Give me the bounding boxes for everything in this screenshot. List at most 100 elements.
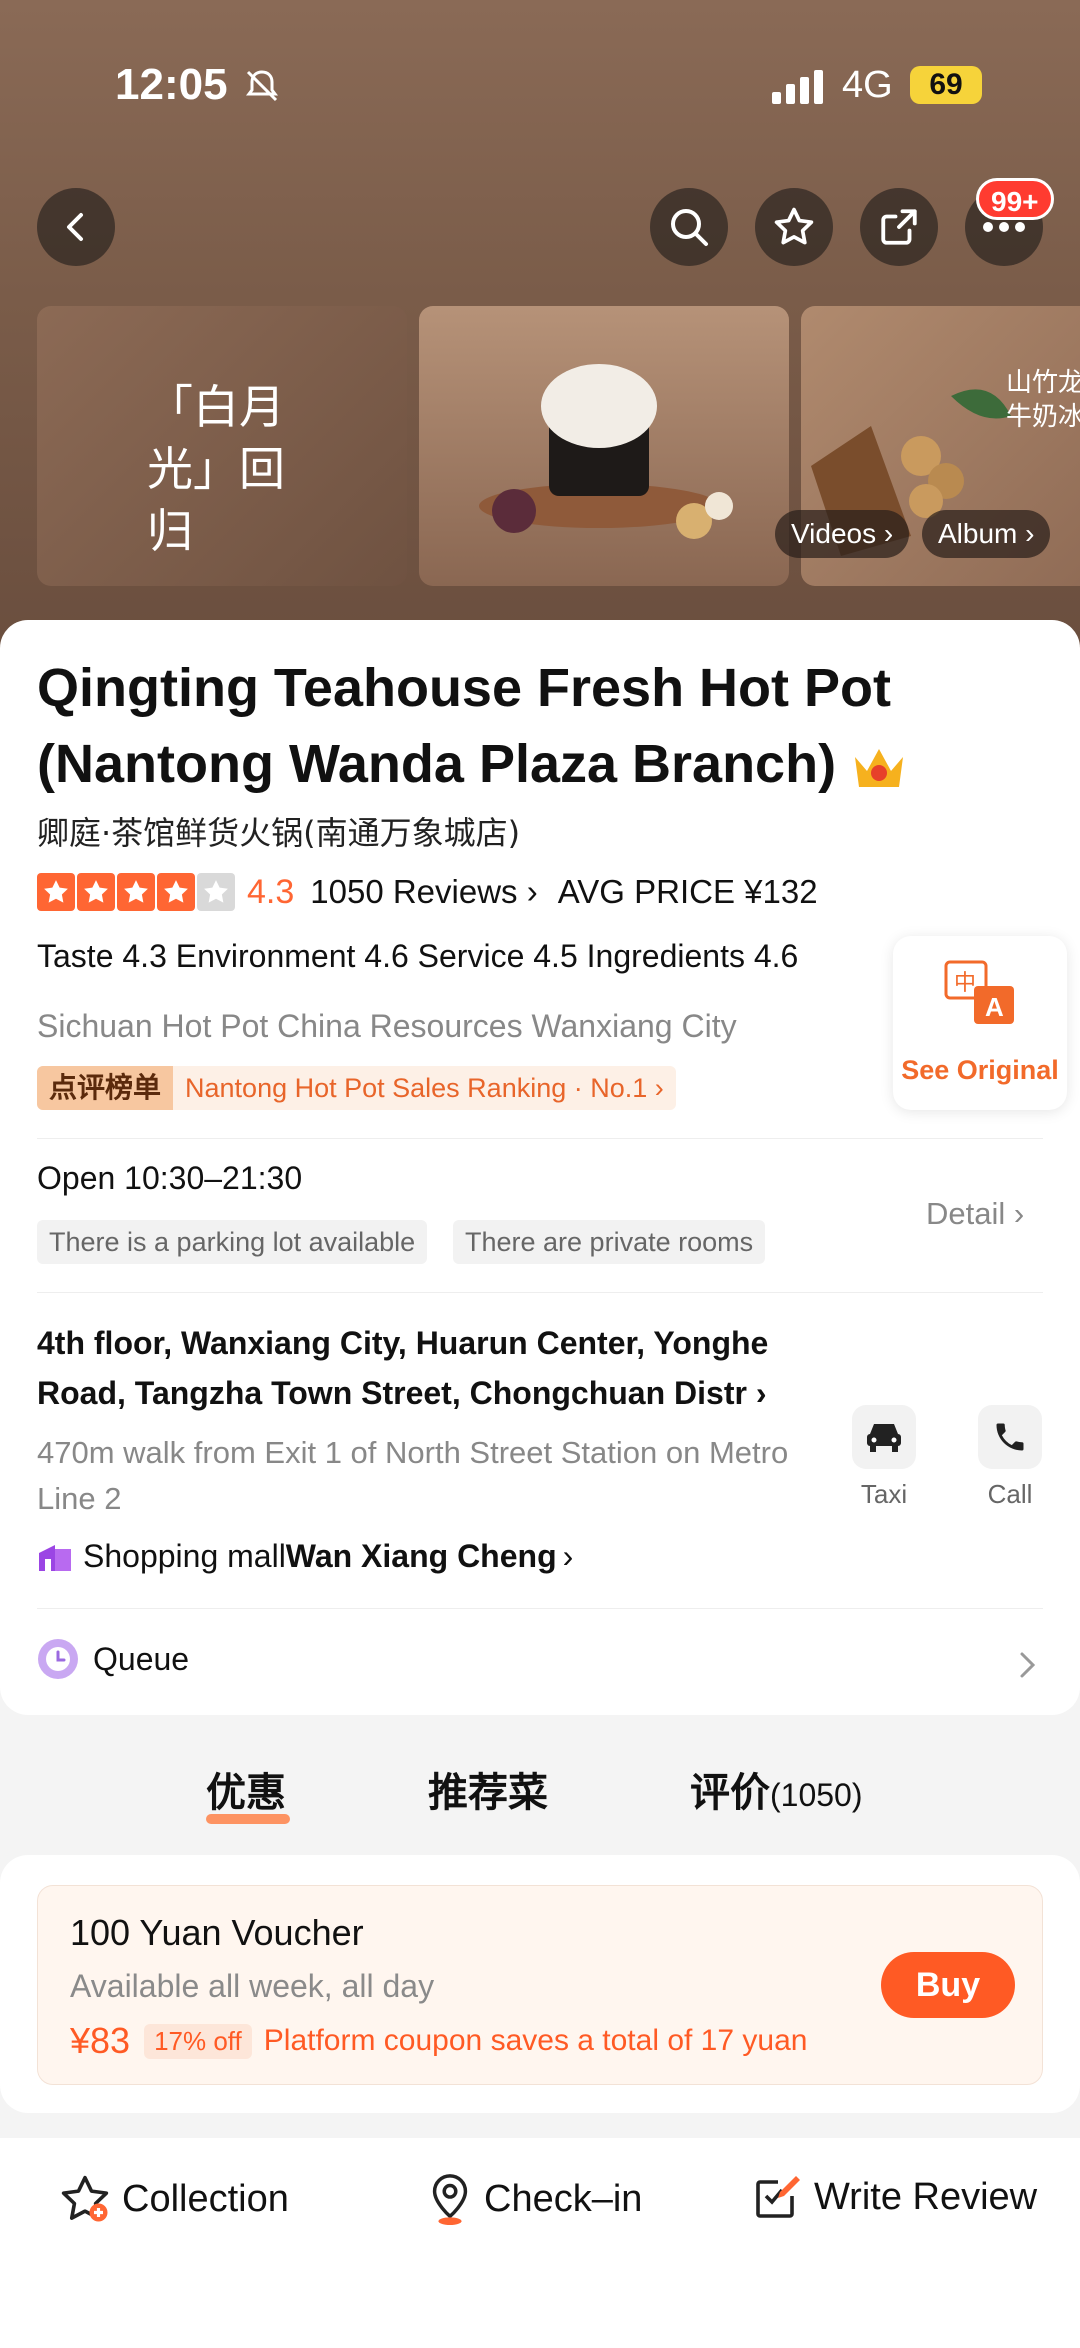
call-button[interactable]: Call <box>978 1405 1042 1510</box>
write-review-label: Write Review <box>814 2175 1038 2218</box>
voucher-card[interactable]: 100 Yuan Voucher Available all week, all… <box>37 1885 1043 2085</box>
search-icon <box>671 209 708 246</box>
voucher-subtitle: Available all week, all day <box>70 1968 435 2004</box>
tab-recommended-label: 推荐菜 <box>428 1770 548 1816</box>
divider <box>37 1292 1043 1293</box>
tab-reviews-label: 评价 <box>690 1770 770 1816</box>
gallery-image-2[interactable] <box>419 306 789 586</box>
call-label: Call <box>987 1479 1033 1509</box>
videos-button[interactable]: Videos › <box>775 510 910 558</box>
shop-title-text: Qingting Teahouse Fresh Hot Pot (Nantong… <box>37 658 892 794</box>
star-empty-icon <box>197 873 235 911</box>
divider <box>37 1608 1043 1609</box>
star-full-icon <box>77 873 115 911</box>
star-full-icon <box>157 873 195 911</box>
reviews-link[interactable]: 1050 Reviews › <box>310 873 537 911</box>
battery-indicator: 69 <box>910 66 982 104</box>
voucher-section: 100 Yuan Voucher Available all week, all… <box>0 1855 1080 2113</box>
see-original-button[interactable]: 中 A See Original <box>893 936 1067 1110</box>
amenity-chip-parking: There is a parking lot available <box>37 1220 428 1264</box>
reviews-count: 1050 Reviews <box>310 873 518 910</box>
hero-header: 12:05 4G 69 99+ 「白月光」回归 山竹龙 牛奶冰 Videos ›… <box>0 0 1080 660</box>
voucher-title: 100 Yuan Voucher <box>70 1912 364 1953</box>
star-add-icon <box>61 2175 109 2222</box>
edit-review-icon <box>756 2176 800 2218</box>
address-link[interactable]: 4th floor, Wanxiang City, Huarun Center,… <box>37 1318 827 1418</box>
svg-text:中: 中 <box>954 971 976 996</box>
back-button[interactable] <box>37 188 115 266</box>
mute-bell-icon <box>246 70 278 102</box>
gallery-image-3-text: 山竹龙 牛奶冰 <box>1006 368 1080 432</box>
shop-title: Qingting Teahouse Fresh Hot Pot (Nantong… <box>37 650 1047 802</box>
voucher-price: ¥83 <box>70 2020 131 2061</box>
videos-label: Videos <box>791 518 877 549</box>
bottom-action-bar: Collection Check–in Write Review <box>0 2138 1080 2348</box>
rating-score: 4.3 <box>247 872 295 911</box>
search-button[interactable] <box>650 188 728 266</box>
taxi-icon-box <box>852 1405 916 1469</box>
avg-price: AVG PRICE ¥132 <box>557 873 818 910</box>
share-button[interactable] <box>860 188 938 266</box>
ranking-text: Nantong Hot Pot Sales Ranking · No.1 › <box>185 1072 664 1103</box>
call-icon-box <box>978 1405 1042 1469</box>
open-hours: Open 10:30–21:30 <box>37 1160 303 1196</box>
ranking-label: 点评榜单 <box>37 1066 174 1110</box>
favorite-button[interactable] <box>755 188 833 266</box>
gallery-image-1[interactable]: 「白月光」回归 <box>37 306 407 586</box>
write-review-button[interactable]: Write Review <box>752 2172 1037 2222</box>
crown-icon <box>855 748 904 787</box>
star-outline-icon <box>774 207 814 245</box>
gallery-image-1-text: 「白月光」回归 <box>147 380 285 558</box>
taxi-button[interactable]: Taxi <box>852 1405 916 1510</box>
tab-deals[interactable]: 优惠 <box>206 1760 290 1824</box>
rating-row: 4.3 1050 Reviews › AVG PRICE ¥132 <box>37 870 818 914</box>
star-full-icon <box>117 873 155 911</box>
notification-badge: 99+ <box>976 178 1054 220</box>
check-in-label: Check–in <box>484 2177 643 2220</box>
voucher-discount: 17% off <box>144 2023 252 2059</box>
voucher-saving: Platform coupon saves a total of 17 yuan <box>263 2024 808 2057</box>
shopping-mall-link[interactable]: Shopping mall Wan Xiang Cheng › <box>37 1538 573 1575</box>
detail-label: Detail <box>926 1196 1006 1231</box>
divider <box>37 1138 1043 1139</box>
location-pin-icon <box>432 2174 468 2226</box>
see-original-label: See Original <box>901 1055 1059 1085</box>
album-button[interactable]: Album › <box>922 510 1051 558</box>
walk-directions: 470m walk from Exit 1 of North Street St… <box>37 1435 789 1516</box>
ranking-badge[interactable]: 点评榜单 Nantong Hot Pot Sales Ranking · No.… <box>37 1066 676 1110</box>
status-bar: 12:05 4G 69 <box>0 60 1080 120</box>
chevron-right-icon[interactable] <box>1018 1650 1038 1680</box>
collection-button[interactable]: Collection <box>58 2172 289 2226</box>
category-tags: Sichuan Hot Pot China Resources Wanxiang… <box>37 1008 737 1044</box>
ranking-text-value: Nantong Hot Pot Sales Ranking · No.1 <box>185 1072 648 1103</box>
svg-text:A: A <box>985 992 1004 1022</box>
dessert-image <box>479 364 733 539</box>
buy-button[interactable]: Buy <box>881 1952 1015 2018</box>
queue-row[interactable]: Queue <box>37 1638 189 1680</box>
section-tabs: 优惠 推荐菜 评价(1050) <box>0 1760 1080 1824</box>
mall-name: Wan Xiang Cheng <box>285 1538 557 1574</box>
sub-scores: Taste 4.3 Environment 4.6 Service 4.5 In… <box>37 938 799 974</box>
tab-recommended-dishes[interactable]: 推荐菜 <box>428 1760 548 1818</box>
amenity-chip-private-rooms: There are private rooms <box>453 1220 766 1264</box>
address-text: 4th floor, Wanxiang City, Huarun Center,… <box>37 1325 769 1411</box>
mall-prefix: Shopping mall <box>83 1538 286 1574</box>
clock-icon <box>38 1639 78 1679</box>
taxi-label: Taxi <box>860 1479 908 1509</box>
translate-icon: 中 A <box>944 960 1014 1024</box>
tab-reviews[interactable]: 评价(1050) <box>690 1760 863 1818</box>
share-icon <box>881 209 917 245</box>
voucher-price-row: ¥83 17% off Platform coupon saves a tota… <box>70 2020 807 2062</box>
chevron-left-icon <box>67 213 83 241</box>
taxi-icon <box>867 1424 901 1452</box>
status-time: 12:05 <box>115 60 228 109</box>
active-tab-indicator <box>206 1814 290 1824</box>
tab-deals-label: 优惠 <box>206 1770 286 1816</box>
network-label: 4G <box>842 64 893 106</box>
shop-original-name: 卿庭·茶馆鲜货火锅(南通万象城店) <box>37 814 521 852</box>
check-in-button[interactable]: Check–in <box>426 2172 642 2226</box>
detail-link[interactable]: Detail › <box>926 1196 1024 1232</box>
album-label: Album <box>938 518 1018 549</box>
phone-icon <box>996 1423 1024 1451</box>
queue-label: Queue <box>93 1640 190 1677</box>
